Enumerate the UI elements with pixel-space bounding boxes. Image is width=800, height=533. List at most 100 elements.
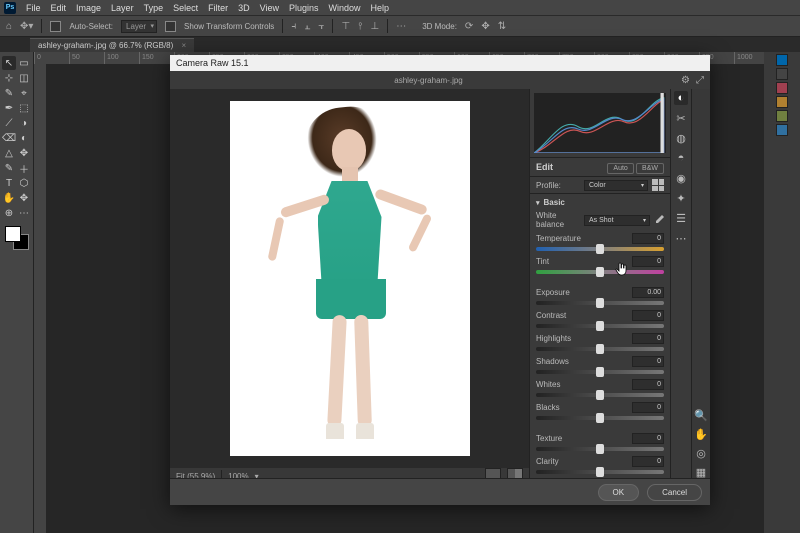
- menu-image[interactable]: Image: [76, 3, 101, 13]
- single-view-icon[interactable]: [485, 468, 501, 478]
- menu-filter[interactable]: Filter: [208, 3, 228, 13]
- wb-eyedropper-icon[interactable]: [654, 215, 664, 225]
- close-tab-icon[interactable]: ×: [182, 41, 187, 50]
- marquee-tool-icon[interactable]: ▭: [17, 56, 31, 70]
- slider-knob[interactable]: [596, 413, 604, 423]
- slider-knob[interactable]: [596, 298, 604, 308]
- menu-edit[interactable]: Edit: [51, 3, 67, 13]
- move-tool-preset-icon[interactable]: ✥▾: [20, 21, 33, 32]
- slider-knob[interactable]: [596, 367, 604, 377]
- menu-select[interactable]: Select: [173, 3, 198, 13]
- slider-knob[interactable]: [596, 390, 604, 400]
- slider-value[interactable]: 0.00: [632, 287, 664, 298]
- snapshot-icon[interactable]: ✦: [674, 191, 688, 205]
- slider-track[interactable]: [536, 416, 664, 420]
- hand-tool-icon[interactable]: ✋: [2, 191, 16, 205]
- rotate-tool-icon[interactable]: ✥: [17, 191, 31, 205]
- presets-icon[interactable]: ☰: [674, 211, 688, 225]
- slider-track[interactable]: [536, 393, 664, 397]
- slider-value[interactable]: 0: [632, 433, 664, 444]
- slider-track[interactable]: [536, 324, 664, 328]
- whitebalance-dropdown[interactable]: As Shot: [584, 215, 650, 226]
- stamp-tool-icon[interactable]: ◑: [17, 116, 31, 130]
- home-icon[interactable]: ⌂: [6, 21, 12, 32]
- settings-icon[interactable]: ⚙: [681, 75, 690, 86]
- gradient-tool-icon[interactable]: △: [2, 146, 16, 160]
- slider-track[interactable]: [536, 370, 664, 374]
- menu-window[interactable]: Window: [329, 3, 361, 13]
- menu-layer[interactable]: Layer: [111, 3, 134, 13]
- align-top-icon[interactable]: ⊤: [341, 21, 350, 32]
- edit-tool-icon[interactable]: ◐: [674, 91, 688, 105]
- menu-help[interactable]: Help: [371, 3, 390, 13]
- align-left-icon[interactable]: ⫞: [291, 21, 296, 32]
- more-options-icon[interactable]: ⋯: [674, 231, 688, 245]
- transform-checkbox[interactable]: [165, 21, 176, 32]
- camera-raw-preview-image[interactable]: [230, 101, 470, 456]
- menu-type[interactable]: Type: [144, 3, 164, 13]
- slider-track[interactable]: [536, 470, 664, 474]
- more-icon[interactable]: ⋯: [396, 21, 406, 32]
- slider-value[interactable]: 0: [632, 256, 664, 267]
- eyedropper-tool-icon[interactable]: ✒: [2, 101, 16, 115]
- hand-tool-icon[interactable]: ✋: [694, 428, 708, 441]
- profile-dropdown[interactable]: Color: [584, 180, 648, 191]
- auto-button[interactable]: Auto: [607, 163, 633, 174]
- lasso-tool-icon[interactable]: ⊹: [2, 71, 16, 85]
- slider-knob[interactable]: [596, 321, 604, 331]
- history-brush-icon[interactable]: ⌫: [2, 131, 16, 145]
- mask-tool-icon[interactable]: ◓: [674, 151, 688, 165]
- slider-value[interactable]: 0: [632, 456, 664, 467]
- compare-view-icon[interactable]: [507, 468, 523, 478]
- align-center-v-icon[interactable]: ⫯: [358, 21, 362, 32]
- path-tool-icon[interactable]: ⬡: [17, 176, 31, 190]
- healing-tool-icon[interactable]: ◍: [674, 131, 688, 145]
- slider-track[interactable]: [536, 247, 664, 251]
- crop-tool-icon[interactable]: ✎: [2, 86, 16, 100]
- color-swatch-fg[interactable]: [776, 68, 788, 80]
- selection-tool-icon[interactable]: ◫: [17, 71, 31, 85]
- edit-toolbar-icon[interactable]: ⋯: [17, 206, 31, 220]
- slider-knob[interactable]: [596, 244, 604, 254]
- cancel-button[interactable]: Cancel: [647, 484, 702, 501]
- color-swatches[interactable]: [5, 226, 29, 250]
- slider-knob[interactable]: [596, 467, 604, 477]
- 3d-pan-icon[interactable]: ✥: [481, 21, 489, 32]
- swatch-red[interactable]: [776, 82, 788, 94]
- pen-tool-icon[interactable]: ＋: [17, 161, 31, 175]
- slider-knob[interactable]: [596, 444, 604, 454]
- grid-icon[interactable]: ▦: [696, 466, 706, 478]
- camera-raw-titlebar[interactable]: Camera Raw 15.1: [170, 55, 710, 71]
- align-right-icon[interactable]: ⫟: [318, 21, 324, 32]
- frame-tool-icon[interactable]: ⌖: [17, 86, 31, 100]
- ok-button[interactable]: OK: [598, 484, 640, 501]
- 3d-slide-icon[interactable]: ⇅: [498, 21, 506, 32]
- menu-3d[interactable]: 3D: [238, 3, 250, 13]
- align-bottom-icon[interactable]: ⊥: [371, 21, 380, 32]
- profile-browser-icon[interactable]: [652, 179, 664, 191]
- slider-value[interactable]: 0: [632, 333, 664, 344]
- blur-tool-icon[interactable]: ✥: [17, 146, 31, 160]
- zoom-tool-icon[interactable]: ⊕: [2, 206, 16, 220]
- redeye-tool-icon[interactable]: ◉: [674, 171, 688, 185]
- foreground-color-swatch[interactable]: [5, 226, 21, 242]
- bw-button[interactable]: B&W: [636, 163, 664, 174]
- slider-value[interactable]: 0: [632, 356, 664, 367]
- slider-track[interactable]: [536, 301, 664, 305]
- autoselect-dropdown[interactable]: Layer: [121, 20, 157, 33]
- slider-knob[interactable]: [596, 344, 604, 354]
- swatch-orange[interactable]: [776, 96, 788, 108]
- autoselect-checkbox[interactable]: [50, 21, 61, 32]
- zoom-tool-icon[interactable]: 🔍: [694, 409, 708, 422]
- menu-plugins[interactable]: Plugins: [289, 3, 319, 13]
- eraser-tool-icon[interactable]: ◐: [17, 131, 31, 145]
- slider-track[interactable]: [536, 347, 664, 351]
- healing-tool-icon[interactable]: ⬚: [17, 101, 31, 115]
- swatch-cyan[interactable]: [776, 124, 788, 136]
- fullscreen-icon[interactable]: ⤢: [696, 75, 704, 86]
- slider-value[interactable]: 0: [632, 233, 664, 244]
- toggle-sampler-icon[interactable]: ◎: [696, 447, 706, 460]
- slider-value[interactable]: 0: [632, 310, 664, 321]
- slider-track[interactable]: [536, 270, 664, 274]
- menu-view[interactable]: View: [260, 3, 279, 13]
